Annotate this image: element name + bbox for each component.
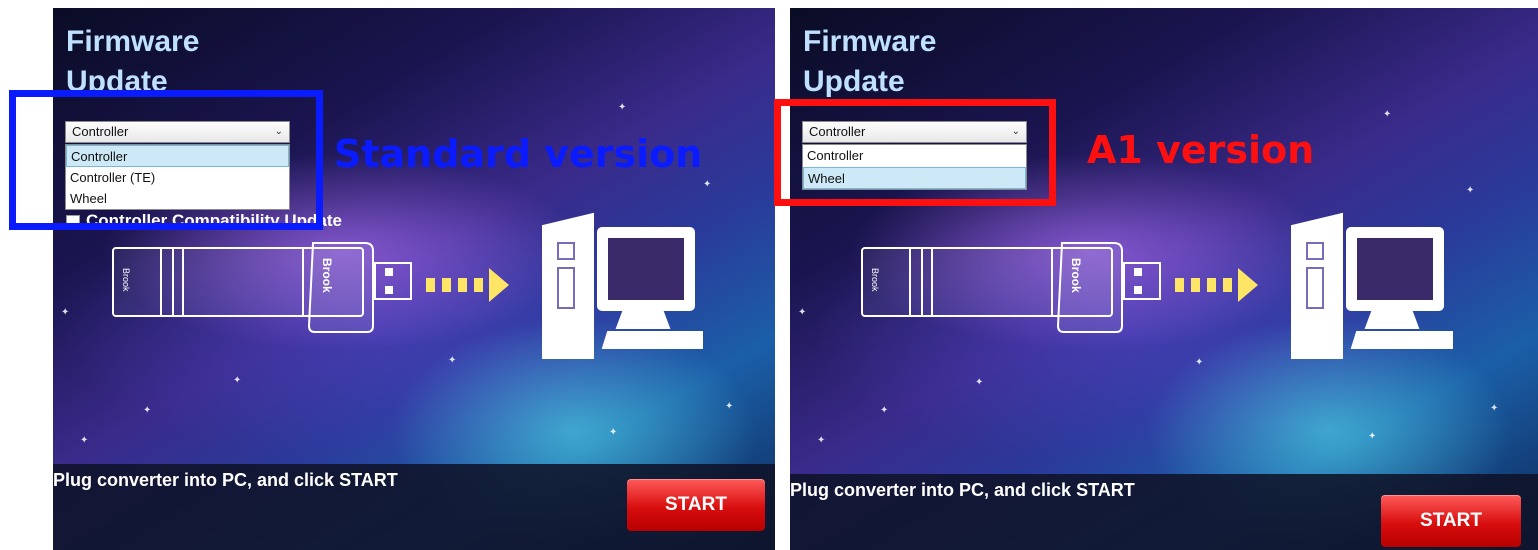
start-button[interactable]: START [627, 479, 765, 531]
dropdown-option-controller-te[interactable]: Controller (TE) [66, 167, 289, 189]
standard-version-label: Standard version [334, 132, 703, 176]
star-icon: ✦ [975, 377, 984, 388]
dropdown-option-controller[interactable]: Controller [803, 145, 1026, 167]
svg-text:Brook: Brook [320, 258, 334, 293]
star-icon: ✦ [61, 307, 70, 318]
star-icon: ✦ [609, 427, 618, 438]
title-line-1: Firmware [803, 25, 937, 58]
device-type-select[interactable]: Controller ⌄ [65, 121, 290, 143]
instructions-text: Plug converter into PC, and click START [53, 470, 398, 490]
title-line-1: Firmware [66, 25, 200, 58]
arrow-right-icon [426, 268, 509, 302]
device-type-dropdown: Controller Controller (TE) Wheel [65, 144, 290, 210]
star-icon: ✦ [880, 405, 889, 416]
arrow-right-icon [1175, 268, 1258, 302]
star-icon: ✦ [798, 307, 807, 318]
chevron-down-icon: ⌄ [1011, 126, 1020, 137]
desktop-pc-icon [1291, 212, 1453, 359]
checkbox-box[interactable] [66, 214, 80, 229]
select-value: Controller [72, 124, 129, 139]
instructions-text: Plug converter into PC, and click START [790, 480, 1135, 500]
dropdown-option-wheel[interactable]: Wheel [803, 167, 1026, 189]
star-icon: ✦ [1490, 403, 1499, 414]
star-icon: ✦ [1466, 185, 1475, 196]
svg-text:Brook: Brook [121, 268, 131, 292]
star-icon: ✦ [143, 405, 152, 416]
dropdown-option-controller[interactable]: Controller [66, 145, 289, 167]
plug-in-illustration: Brook Brook [112, 212, 703, 359]
page-title: Firmware Update [66, 22, 326, 102]
plug-in-illustration: Brook Brook [861, 212, 1453, 359]
star-icon: ✦ [618, 102, 627, 113]
dropdown-option-wheel[interactable]: Wheel [66, 189, 289, 209]
usb-converter-icon [861, 242, 1161, 333]
star-icon: ✦ [80, 435, 89, 446]
star-icon: ✦ [725, 401, 734, 412]
device-type-dropdown: Controller Wheel [802, 144, 1027, 190]
star-icon: ✦ [703, 179, 712, 190]
star-icon: ✦ [1368, 431, 1377, 442]
desktop-pc-icon [542, 212, 703, 359]
action-bar: Plug converter into PC, and click START … [790, 474, 1538, 550]
title-line-2: Update [803, 65, 905, 98]
star-icon: ✦ [817, 435, 826, 446]
select-value: Controller [809, 124, 866, 139]
firmware-update-window-a1: ✦ ✦ ✦ ✦ ✦ ✦ ✦ ✦ ✦ Firmware Update Contro… [790, 8, 1538, 550]
firmware-update-window-standard: ✦ ✦ ✦ ✦ ✦ ✦ ✦ ✦ ✦ Firmware Update Contro… [53, 8, 775, 550]
a1-version-label: A1 version [1087, 128, 1315, 172]
usb-converter-icon [112, 242, 412, 333]
star-icon: ✦ [1383, 109, 1392, 120]
svg-text:Brook: Brook [1069, 258, 1083, 293]
page-title: Firmware Update [803, 22, 1063, 102]
title-line-2: Update [66, 65, 168, 98]
svg-text:Brook: Brook [870, 268, 880, 292]
action-bar: Plug converter into PC, and click START … [53, 464, 775, 550]
device-type-select[interactable]: Controller ⌄ [802, 121, 1027, 143]
chevron-down-icon: ⌄ [274, 126, 283, 137]
start-button[interactable]: START [1381, 495, 1521, 547]
